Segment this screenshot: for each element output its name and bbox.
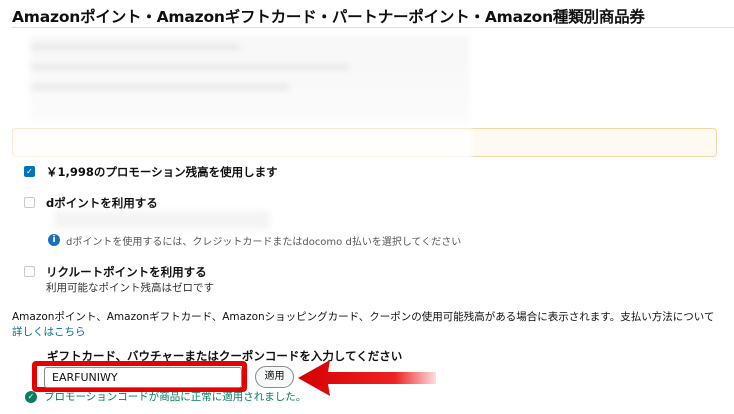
recruit-point-checkbox[interactable] [24,266,35,277]
title-divider [12,27,734,28]
redacted-area [30,36,470,122]
apply-button[interactable]: 適用 [255,366,294,388]
dpoint-label: dポイントを利用する [46,196,158,210]
info-icon: i [48,234,60,246]
payment-notice: Amazonポイント、Amazonギフトカード、Amazonショッピングカード、… [12,310,724,340]
redacted-dpoint-detail [54,211,270,229]
recruit-point-balance: 利用可能なポイント残高はゼロです [46,282,214,294]
giftcard-code-input[interactable] [44,367,242,388]
payment-notice-text: Amazonポイント、Amazonギフトカード、Amazonショッピングカード、… [12,311,715,323]
promo-balance-label: ￥1,998のプロモーション残高を使用します [46,165,278,179]
success-message: プロモーションコードが商品に正常に適用されました。 [44,391,307,403]
recruit-point-label: リクルートポイントを利用する [46,265,207,279]
red-arrow-annotation [298,360,436,396]
section-title: Amazonポイント・Amazonギフトカード・パートナーポイント・Amazon… [12,8,645,26]
promo-balance-checkbox[interactable]: ✓ [24,166,35,177]
dpoint-info-text: dポイントを使用するには、クレジットカードまたはdocomo d払いを選択してく… [66,237,462,248]
redacted-alert-content [12,128,472,164]
learn-more-link[interactable]: 詳しくはこちら [12,326,86,338]
dpoint-checkbox[interactable] [24,197,35,208]
success-check-icon: ✓ [25,391,37,403]
